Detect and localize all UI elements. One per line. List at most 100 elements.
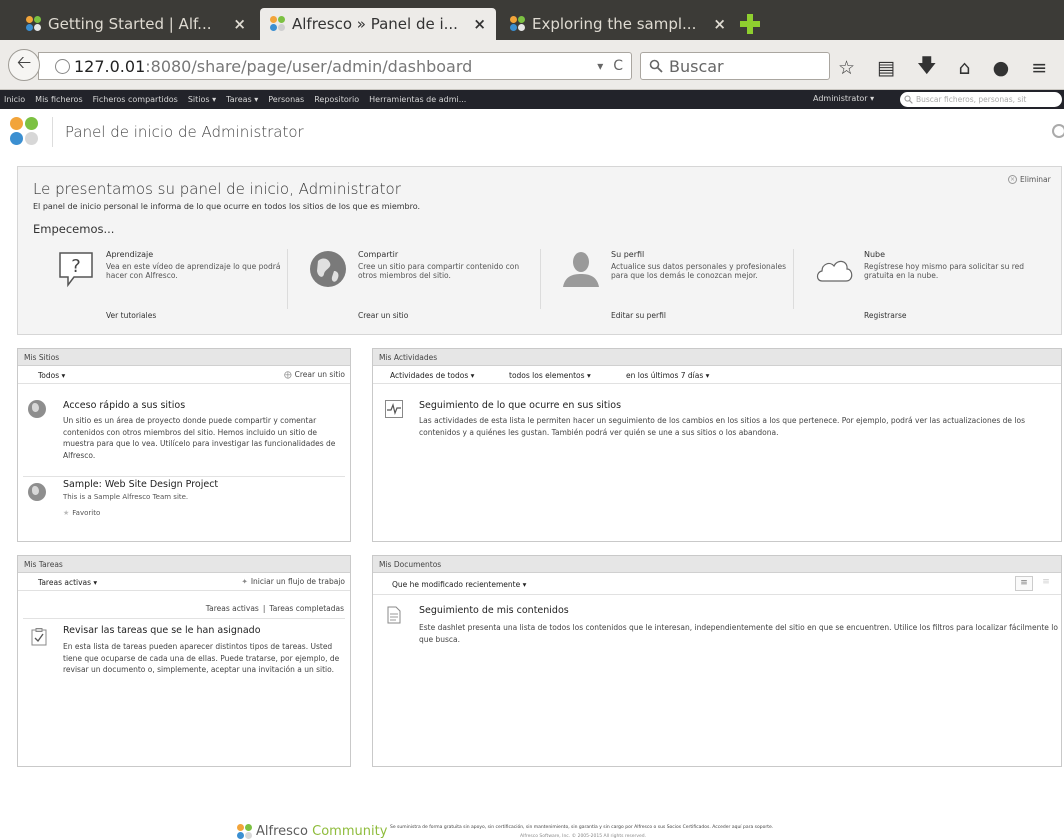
app-menu-sites[interactable]: Sitios ▾	[188, 95, 216, 104]
welcome-separator	[287, 249, 288, 309]
detailed-view-icon[interactable]: ≡	[1037, 576, 1055, 591]
site-description: This is a Sample Alfresco Team site.	[63, 493, 189, 501]
footer-support-text: Se suministra de forma gratuita sin apoy…	[390, 825, 774, 830]
app-menu-people[interactable]: Personas	[268, 95, 304, 104]
active-tasks-link[interactable]: Tareas activas	[206, 604, 259, 613]
footer-copyright: Alfresco Software, Inc. © 2005-2015 All …	[520, 834, 647, 839]
alfresco-logo-icon	[237, 824, 253, 840]
new-tab-plus-icon[interactable]	[740, 14, 760, 34]
brand-edition: Community	[312, 824, 388, 839]
header-divider	[52, 117, 53, 147]
welcome-title: Le presentamos su panel de inicio, Admin…	[33, 180, 401, 198]
menu-icon[interactable]: ≡	[1031, 57, 1047, 79]
back-button[interactable]: 🡠	[8, 49, 40, 81]
dashboard-settings-gear-icon[interactable]	[1052, 124, 1064, 138]
simple-view-icon[interactable]: ≡	[1015, 576, 1033, 591]
welcome-column-cloud: Nube Regístrese hoy mismo para solicitar…	[814, 245, 1064, 325]
app-menu-tasks[interactable]: Tareas ▾	[226, 95, 258, 104]
page-header: Panel de inicio de Administrator	[0, 109, 1064, 155]
welcome-dashlet: Le presentamos su panel de inicio, Admin…	[17, 166, 1062, 335]
reading-list-icon[interactable]: ▤	[877, 57, 895, 79]
create-site-button[interactable]: ⨁ Crear un sitio	[284, 370, 345, 379]
url-bar[interactable]: 127.0.01 :8080/share/page/user/admin/das…	[38, 52, 632, 80]
tasks-filter-dropdown[interactable]: Tareas activas ▾	[38, 578, 97, 587]
site-name-link[interactable]: Sample: Web Site Design Project	[63, 479, 218, 490]
welcome-separator	[793, 249, 794, 309]
learning-title: Aprendizaje	[106, 250, 154, 259]
tab-exploring-sample[interactable]: Exploring the sampl... ×	[500, 8, 736, 40]
favorite-toggle[interactable]: ★ Favorito	[63, 509, 100, 517]
user-profile-icon	[563, 252, 599, 287]
tab-getting-started[interactable]: Getting Started | Alf... ×	[16, 8, 256, 40]
reload-icon[interactable]: C	[613, 58, 623, 74]
back-arrow-icon: 🡠	[16, 52, 32, 73]
global-search-placeholder: Buscar ficheros, personas, sit	[916, 95, 1027, 104]
tab-close-icon[interactable]: ×	[713, 15, 726, 33]
create-site-label: Crear un sitio	[294, 370, 345, 379]
my-tasks-dashlet: Mis Tareas Tareas activas ▾ ✦ Iniciar un…	[17, 555, 351, 767]
alfresco-app-toolbar: Inicio Mis ficheros Ficheros compartidos…	[0, 90, 1064, 109]
start-workflow-button[interactable]: ✦ Iniciar un flujo de trabajo	[242, 577, 345, 586]
tab-alfresco-dashboard[interactable]: Alfresco » Panel de i... ×	[260, 8, 496, 40]
tab-title: Alfresco » Panel de i...	[292, 15, 458, 33]
home-icon[interactable]: ⌂	[959, 57, 971, 79]
search-placeholder: Buscar	[669, 56, 724, 76]
task-links: Tareas activas | Tareas completadas	[206, 604, 344, 613]
tutorials-link[interactable]: Ver tutoriales	[106, 311, 156, 320]
edit-profile-link[interactable]: Editar su perfil	[611, 311, 666, 320]
workflow-icon: ✦	[241, 577, 248, 586]
url-host: 127.0.01	[74, 56, 146, 76]
app-menu-home[interactable]: Inicio	[4, 95, 25, 104]
row-divider	[23, 618, 345, 619]
activities-type-filter[interactable]: todos los elementos ▾	[509, 371, 591, 380]
search-icon	[649, 59, 663, 73]
tab-title: Exploring the sampl...	[532, 15, 697, 33]
app-menu-my-files[interactable]: Mis ficheros	[35, 95, 82, 104]
app-menu-repository[interactable]: Repositorio	[314, 95, 359, 104]
close-icon: ×	[1008, 175, 1017, 184]
page-footer: Alfresco Community Se suministra de form…	[0, 815, 1064, 840]
tab-close-icon[interactable]: ×	[473, 15, 486, 33]
url-dropdown-icon[interactable]: ▾	[597, 59, 603, 73]
footer-brand[interactable]: Alfresco Community	[256, 824, 387, 839]
tab-close-icon[interactable]: ×	[233, 15, 246, 33]
globe-icon	[310, 251, 346, 287]
sites-filter-dropdown[interactable]: Todos ▾	[38, 371, 65, 380]
sites-empty-desc: Un sitio es un área de proyecto donde pu…	[63, 416, 336, 460]
activities-who-filter[interactable]: Actividades de todos ▾	[390, 371, 474, 380]
welcome-column-share: Compartir Cree un sitio para compartir c…	[308, 245, 558, 325]
cloud-desc: Regístrese hoy mismo para solicitar su r…	[864, 262, 1024, 280]
browser-search-field[interactable]: Buscar	[640, 52, 830, 80]
activities-empty-desc: Las actividades de esta lista le permite…	[419, 416, 1026, 437]
documents-filter-dropdown[interactable]: Que he modificado recientemente ▾	[392, 580, 526, 589]
site-identity-icon[interactable]	[55, 58, 70, 74]
start-workflow-label: Iniciar un flujo de trabajo	[250, 577, 345, 586]
tab-strip: Getting Started | Alf... × Alfresco » Pa…	[0, 0, 1064, 40]
remove-welcome-button[interactable]: × Eliminar	[1008, 175, 1051, 184]
user-menu[interactable]: Administrator ▾	[813, 94, 874, 103]
alfresco-logo-icon	[510, 16, 526, 32]
my-sites-title: Mis Sitios	[18, 349, 350, 366]
chat-icon[interactable]: ●	[993, 57, 1010, 79]
bookmark-star-icon[interactable]: ☆	[838, 57, 855, 79]
download-icon[interactable]: 🡇	[917, 52, 937, 84]
completed-tasks-link[interactable]: Tareas completadas	[269, 604, 344, 613]
app-menu-shared-files[interactable]: Ficheros compartidos	[93, 95, 178, 104]
welcome-separator	[540, 249, 541, 309]
link-separator: |	[262, 604, 266, 613]
create-site-link[interactable]: Crear un sitio	[358, 311, 408, 320]
tab-title: Getting Started | Alf...	[48, 15, 212, 33]
question-speech-icon: ?	[59, 252, 93, 288]
add-site-icon: ⨁	[284, 370, 292, 379]
profile-desc: Actualice sus datos personales y profesi…	[611, 262, 787, 280]
my-activities-dashlet: Mis Actividades Actividades de todos ▾ t…	[372, 348, 1062, 542]
activities-range-filter[interactable]: en los últimos 7 días ▾	[626, 371, 709, 380]
register-link[interactable]: Registrarse	[864, 311, 906, 320]
alfresco-logo-icon[interactable]	[10, 117, 40, 147]
my-activities-toolbar: Actividades de todos ▾ todos los element…	[373, 366, 1061, 384]
page-title: Panel de inicio de Administrator	[65, 123, 304, 141]
sites-empty-title: Acceso rápido a sus sitios	[63, 400, 186, 411]
global-search-input[interactable]: Buscar ficheros, personas, sit	[900, 92, 1062, 107]
cloud-icon	[816, 260, 853, 282]
app-menu-admin-tools[interactable]: Herramientas de admi...	[369, 95, 466, 104]
